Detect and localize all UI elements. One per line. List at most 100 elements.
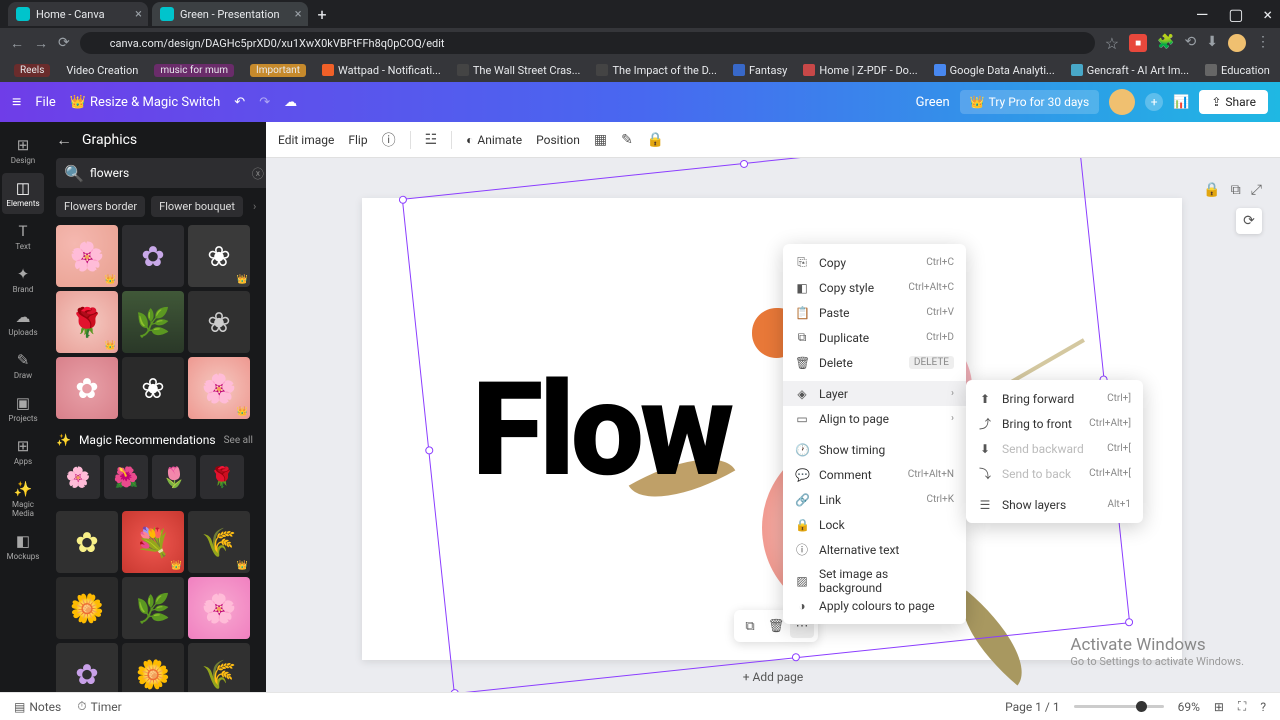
menu-icon[interactable]: ≡ xyxy=(12,92,21,112)
animate-button[interactable]: ◐Animate xyxy=(466,133,522,147)
canvas-viewport[interactable]: 🔒 ⧉ ⤢ ⟳ Flow xyxy=(266,158,1280,692)
browser-tab[interactable]: Green - Presentation × xyxy=(152,2,308,26)
back-button[interactable]: ← xyxy=(56,130,72,150)
extension-icon[interactable]: ■ xyxy=(1129,34,1147,52)
ctx-item-duplicate[interactable]: ⧉DuplicateCtrl+D xyxy=(783,325,966,350)
ctx-item-align-to-page[interactable]: ▭Align to page› xyxy=(783,406,966,431)
history-icon[interactable]: ⟲ xyxy=(1185,34,1197,52)
bookmark-item[interactable]: Video Creation xyxy=(60,62,144,79)
profile-avatar[interactable] xyxy=(1228,34,1246,52)
duplicate-button[interactable]: ⧉ xyxy=(738,614,762,638)
ctx-item-alternative-text[interactable]: ⓘAlternative text xyxy=(783,537,966,562)
chip-next[interactable]: › xyxy=(249,196,260,217)
submenu-item-show-layers[interactable]: ☰Show layersAlt+1 xyxy=(966,492,1143,517)
rail-uploads[interactable]: ☁Uploads xyxy=(2,302,44,343)
ctx-item-apply-colours-to-page[interactable]: ◑Apply colours to page xyxy=(783,593,966,618)
rail-projects[interactable]: ▣Projects xyxy=(2,388,44,429)
refresh-button[interactable]: ⟳ xyxy=(1236,208,1262,234)
rail-apps[interactable]: ⊞Apps xyxy=(2,431,44,472)
graphic-thumb[interactable]: 💐👑 xyxy=(122,511,184,573)
timer-button[interactable]: ⏱Timer xyxy=(77,699,121,714)
ctx-item-copy-style[interactable]: ◧Copy styleCtrl+Alt+C xyxy=(783,275,966,300)
add-member-button[interactable]: + xyxy=(1145,93,1163,111)
bookmark-item[interactable]: music for mum xyxy=(154,64,234,77)
ctx-item-lock[interactable]: 🔒Lock xyxy=(783,512,966,537)
reload-button[interactable]: ⟳ xyxy=(58,35,70,51)
redo-button[interactable]: ↷ xyxy=(259,95,270,110)
new-tab-button[interactable]: + xyxy=(318,5,327,24)
bookmark-item[interactable]: The Wall Street Cras... xyxy=(451,62,587,79)
minimize-icon[interactable]: — xyxy=(1196,5,1209,24)
filter-chip[interactable]: Flower bouquet xyxy=(151,196,243,217)
page-text[interactable]: Flow xyxy=(472,353,730,506)
maximize-icon[interactable]: ▢ xyxy=(1228,5,1243,24)
ctx-item-show-timing[interactable]: 🕐Show timing xyxy=(783,437,966,462)
expand-icon[interactable]: ⤢ xyxy=(1251,182,1262,198)
clear-icon[interactable]: ⓧ xyxy=(252,165,264,182)
document-name[interactable]: Green xyxy=(916,95,950,110)
address-bar[interactable]: canva.com/design/DAGHc5prXD0/xu1XwX0kVBF… xyxy=(80,32,1095,54)
zoom-value[interactable]: 69% xyxy=(1178,700,1200,714)
ctx-item-paste[interactable]: 📋PasteCtrl+V xyxy=(783,300,966,325)
help-icon[interactable]: ? xyxy=(1260,700,1266,714)
align-icon[interactable]: ☳ xyxy=(425,132,438,148)
bookmark-item[interactable]: Wattpad - Notificati... xyxy=(316,62,447,79)
lock-page-icon[interactable]: 🔒 xyxy=(1203,182,1220,198)
zoom-thumb[interactable] xyxy=(1136,701,1147,712)
graphic-thumb[interactable]: ✿ xyxy=(56,357,118,419)
share-button[interactable]: ⇪Share xyxy=(1199,90,1268,114)
close-icon[interactable]: × xyxy=(135,7,142,22)
file-menu[interactable]: File xyxy=(35,95,55,110)
ctx-item-link[interactable]: 🔗LinkCtrl+K xyxy=(783,487,966,512)
extensions-icon[interactable]: 🧩 xyxy=(1157,34,1174,52)
search-input[interactable]: 🔍 ⓧ xyxy=(56,158,272,188)
graphic-thumb[interactable]: 🌸 xyxy=(188,577,250,639)
search-field[interactable] xyxy=(90,166,246,180)
graphic-thumb[interactable]: 🌺 xyxy=(104,455,148,499)
bookmark-item[interactable]: The Impact of the D... xyxy=(590,62,722,79)
graphic-thumb[interactable]: ❀ xyxy=(122,357,184,419)
close-icon[interactable]: × xyxy=(1263,5,1272,24)
browser-tab[interactable]: Home - Canva × xyxy=(8,2,148,26)
duplicate-page-icon[interactable]: ⧉ xyxy=(1231,182,1241,198)
submenu-item-bring-forward[interactable]: ⬆Bring forwardCtrl+] xyxy=(966,386,1143,411)
submenu-item-bring-to-front[interactable]: ⤴Bring to frontCtrl+Alt+] xyxy=(966,411,1143,436)
graphic-thumb[interactable]: 🌿 xyxy=(122,291,184,353)
rail-mockups[interactable]: ◧Mockups xyxy=(2,526,44,567)
position-button[interactable]: Position xyxy=(536,133,580,147)
grid-view-icon[interactable]: ⊞ xyxy=(1214,700,1224,714)
rail-elements[interactable]: ◫Elements xyxy=(2,173,44,214)
fullscreen-icon[interactable]: ⛶ xyxy=(1238,699,1246,714)
graphic-thumb[interactable]: ✿ xyxy=(56,643,118,692)
graphic-thumb[interactable]: 🌸👑 xyxy=(56,225,118,287)
graphic-thumb[interactable]: 🌿 xyxy=(122,577,184,639)
rail-brand[interactable]: ✦Brand xyxy=(2,259,44,300)
see-all-link[interactable]: See all xyxy=(224,435,253,446)
cloud-sync-icon[interactable]: ☁ xyxy=(284,95,297,110)
rail-design[interactable]: ⊞Design xyxy=(2,130,44,171)
info-icon[interactable]: ⓘ xyxy=(382,130,396,150)
lock-icon[interactable]: 🔒 xyxy=(647,132,664,148)
add-page-button[interactable]: + Add page xyxy=(743,670,804,684)
resize-magic-button[interactable]: 👑Resize & Magic Switch xyxy=(70,95,221,110)
ctx-item-copy[interactable]: ⎘CopyCtrl+C xyxy=(783,250,966,275)
undo-button[interactable]: ↶ xyxy=(234,95,245,110)
star-icon[interactable]: ☆ xyxy=(1105,34,1119,53)
graphic-thumb[interactable]: 🌼 xyxy=(122,643,184,692)
download-icon[interactable]: ⬇ xyxy=(1206,34,1218,52)
close-icon[interactable]: × xyxy=(295,7,302,22)
zoom-slider[interactable] xyxy=(1074,705,1164,708)
graphic-thumb[interactable]: 🌼 xyxy=(56,577,118,639)
menu-icon[interactable]: ⋮ xyxy=(1256,34,1270,52)
graphic-thumb[interactable]: 🌸 xyxy=(56,455,100,499)
bookmark-item[interactable]: Google Data Analyti... xyxy=(928,62,1061,79)
ctx-item-comment[interactable]: 💬CommentCtrl+Alt+N xyxy=(783,462,966,487)
bookmark-item[interactable]: Reels xyxy=(14,64,50,77)
rail-text[interactable]: TText xyxy=(2,216,44,257)
notes-button[interactable]: ▤Notes xyxy=(14,700,61,714)
bookmark-item[interactable]: Important xyxy=(250,64,306,77)
transparency-icon[interactable]: ▦ xyxy=(594,132,607,148)
ctx-item-set-image-as-background[interactable]: ▨Set image as background xyxy=(783,568,966,593)
bookmark-item[interactable]: Fantasy xyxy=(727,62,793,79)
graphic-thumb[interactable]: 🌾 xyxy=(188,643,250,692)
